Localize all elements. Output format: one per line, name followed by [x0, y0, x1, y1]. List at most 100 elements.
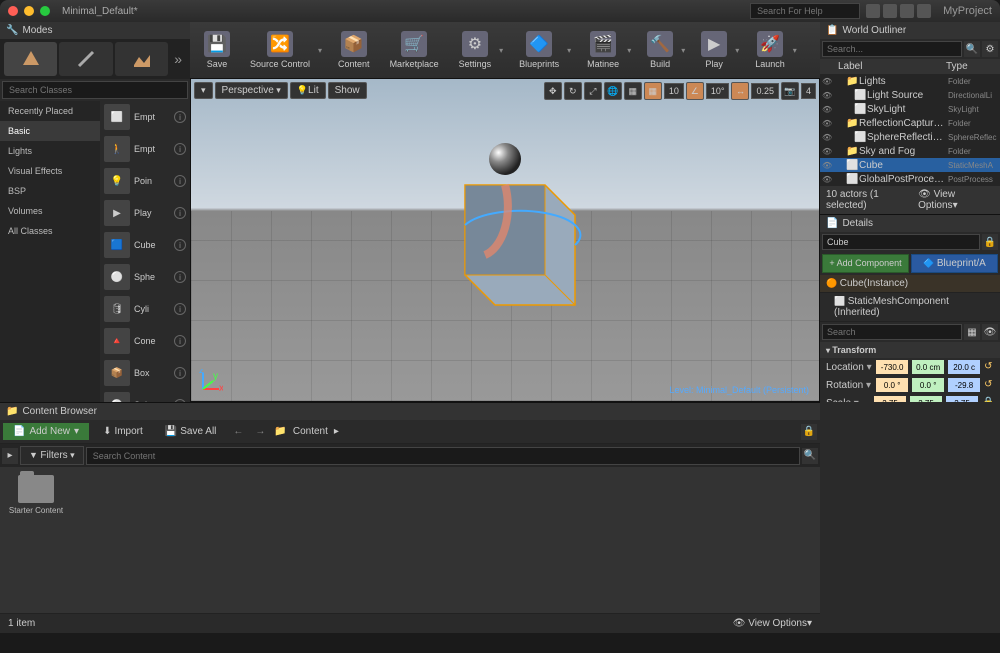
outliner-row-spherereflectionca[interactable]: 👁⬜SphereReflectionCaSphereReflec: [820, 130, 1000, 144]
settings-icon[interactable]: [900, 4, 914, 18]
location-y-input[interactable]: [912, 360, 944, 374]
visibility-icon[interactable]: 👁: [822, 161, 832, 170]
visibility-icon[interactable]: 👁: [822, 147, 832, 156]
angle-snap-value[interactable]: 10°: [706, 83, 730, 99]
visibility-icon[interactable]: 👁: [822, 105, 832, 114]
category-lights[interactable]: Lights: [0, 141, 100, 161]
scale-snap-value[interactable]: 0.25: [751, 83, 779, 99]
actor-sphere-trigger[interactable]: ⚪Sphei: [100, 389, 190, 402]
maximize-window-button[interactable]: [40, 6, 50, 16]
add-new-button[interactable]: 📄 Add New ▾: [3, 423, 89, 440]
toolbar-matinee-button[interactable]: 🎬Matinee: [579, 26, 627, 74]
perspective-button[interactable]: Perspective ▾: [215, 82, 288, 99]
toolbar-save-button[interactable]: 💾Save: [196, 26, 238, 74]
visibility-icon[interactable]: 👁: [822, 175, 832, 184]
info-icon[interactable]: i: [174, 111, 186, 123]
outliner-row-lights[interactable]: 👁📁LightsFolder: [820, 74, 1000, 88]
save-all-button[interactable]: 💾 Save All: [157, 423, 225, 440]
cube-mesh[interactable]: [425, 155, 585, 325]
help-search-input[interactable]: [750, 3, 860, 19]
visibility-icon[interactable]: 👁: [822, 119, 832, 128]
outliner-options-button[interactable]: ⚙: [982, 41, 998, 57]
location-x-input[interactable]: [876, 360, 908, 374]
scale-snap-button[interactable]: ↔: [731, 82, 749, 100]
lock-content-button[interactable]: 🔒: [801, 424, 817, 440]
actor-box-trigger[interactable]: 📦Box i: [100, 357, 190, 389]
surface-snap-button[interactable]: ▦: [624, 82, 642, 100]
toolbar-blueprints-button[interactable]: 🔷Blueprints: [511, 26, 567, 74]
search-icon[interactable]: 🔍: [964, 41, 980, 57]
component-root[interactable]: 🟠 Cube(Instance): [820, 275, 1000, 293]
category-basic[interactable]: Basic: [0, 121, 100, 141]
info-icon[interactable]: i: [174, 335, 186, 347]
actor-point-light[interactable]: 💡Poini: [100, 165, 190, 197]
lock-icon[interactable]: 🔒: [982, 234, 998, 250]
nav-forward-button[interactable]: →: [252, 424, 268, 440]
toolbar-launch-dropdown[interactable]: ▾: [793, 46, 801, 55]
scale-gizmo-button[interactable]: ⤢: [584, 82, 602, 100]
close-window-button[interactable]: [8, 6, 18, 16]
label-column-header[interactable]: Label: [838, 61, 946, 72]
toolbar-build-dropdown[interactable]: ▾: [681, 46, 689, 55]
outliner-view-options[interactable]: 👁 View Options▾: [918, 189, 994, 211]
category-all-classes[interactable]: All Classes: [0, 221, 100, 241]
toolbar-launch-button[interactable]: 🚀Launch: [747, 26, 793, 74]
visibility-icon[interactable]: 👁: [822, 77, 832, 86]
content-view-options[interactable]: 👁 View Options▾: [733, 618, 812, 629]
expand-modes-button[interactable]: »: [170, 51, 186, 67]
rotation-y-input[interactable]: [912, 378, 944, 392]
toolbar-marketplace-button[interactable]: 🛒Marketplace: [382, 26, 447, 74]
outliner-row-sky-and-fog[interactable]: 👁📁Sky and FogFolder: [820, 144, 1000, 158]
angle-snap-button[interactable]: ∠: [686, 82, 704, 100]
toolbar-source-control-button[interactable]: 🔀Source Control: [242, 26, 318, 74]
toolbar-content-button[interactable]: 📦Content: [330, 26, 378, 74]
filters-button[interactable]: ▼ Filters ▾: [20, 446, 84, 465]
starter-content-folder[interactable]: Starter Content: [8, 475, 64, 515]
lit-mode-button[interactable]: 💡Lit: [290, 82, 326, 99]
search-classes-input[interactable]: [2, 81, 188, 99]
content-search-icon[interactable]: 🔍: [802, 448, 818, 464]
sources-panel-toggle[interactable]: ▸: [2, 448, 18, 464]
location-z-input[interactable]: [948, 360, 980, 374]
import-button[interactable]: ⬇ Import: [95, 423, 151, 440]
actor-cone[interactable]: 🔺Conei: [100, 325, 190, 357]
info-icon[interactable]: i: [174, 367, 186, 379]
visibility-icon[interactable]: 👁: [822, 91, 832, 100]
rotation-z-input[interactable]: [948, 378, 980, 392]
info-icon[interactable]: i: [174, 239, 186, 251]
outliner-row-skylight[interactable]: 👁⬜SkyLightSkyLight: [820, 102, 1000, 116]
type-column-header[interactable]: Type: [946, 61, 996, 72]
paint-mode-tab[interactable]: [59, 42, 112, 76]
info-icon[interactable]: i: [174, 175, 186, 187]
add-component-button[interactable]: + Add Component: [822, 254, 909, 273]
actor-player-start[interactable]: ▶Playi: [100, 197, 190, 229]
nav-back-button[interactable]: ←: [230, 424, 246, 440]
toolbar-blueprints-dropdown[interactable]: ▾: [567, 46, 575, 55]
actor-empty-character[interactable]: 🚶Empti: [100, 133, 190, 165]
info-icon[interactable]: i: [174, 143, 186, 155]
rotation-x-input[interactable]: [876, 378, 908, 392]
category-bsp[interactable]: BSP: [0, 181, 100, 201]
toolbar-play-button[interactable]: ▶Play: [693, 26, 735, 74]
grid-snap-value[interactable]: 10: [664, 83, 684, 99]
component-static-mesh[interactable]: ⬜ StaticMeshComponent (Inherited): [820, 293, 1000, 322]
visibility-icon[interactable]: 👁: [822, 133, 832, 142]
info-icon[interactable]: i: [174, 207, 186, 219]
viewport[interactable]: ▾ Perspective ▾ 💡Lit Show ✥ ↻ ⤢ 🌐 ▦ ▦ 10…: [190, 78, 820, 402]
category-recently-placed[interactable]: Recently Placed: [0, 101, 100, 121]
coord-space-button[interactable]: 🌐: [604, 82, 622, 100]
toolbar-matinee-dropdown[interactable]: ▾: [627, 46, 635, 55]
toolbar-build-button[interactable]: 🔨Build: [639, 26, 681, 74]
property-matrix-icon[interactable]: ▦: [964, 324, 980, 340]
object-name-input[interactable]: [822, 234, 980, 250]
camera-speed-button[interactable]: 📷: [781, 82, 799, 100]
category-volumes[interactable]: Volumes: [0, 201, 100, 221]
outliner-row-reflectioncaptureactor[interactable]: 👁📁ReflectionCaptureActorFolder: [820, 116, 1000, 130]
show-button[interactable]: Show: [328, 82, 367, 99]
help-icon[interactable]: [917, 4, 931, 18]
minimize-window-button[interactable]: [24, 6, 34, 16]
outliner-row-cube[interactable]: 👁⬜CubeStaticMeshA: [820, 158, 1000, 172]
actor-sphere[interactable]: ⚪Sphei: [100, 261, 190, 293]
source-control-icon[interactable]: [866, 4, 880, 18]
toolbar-settings-dropdown[interactable]: ▾: [499, 46, 507, 55]
